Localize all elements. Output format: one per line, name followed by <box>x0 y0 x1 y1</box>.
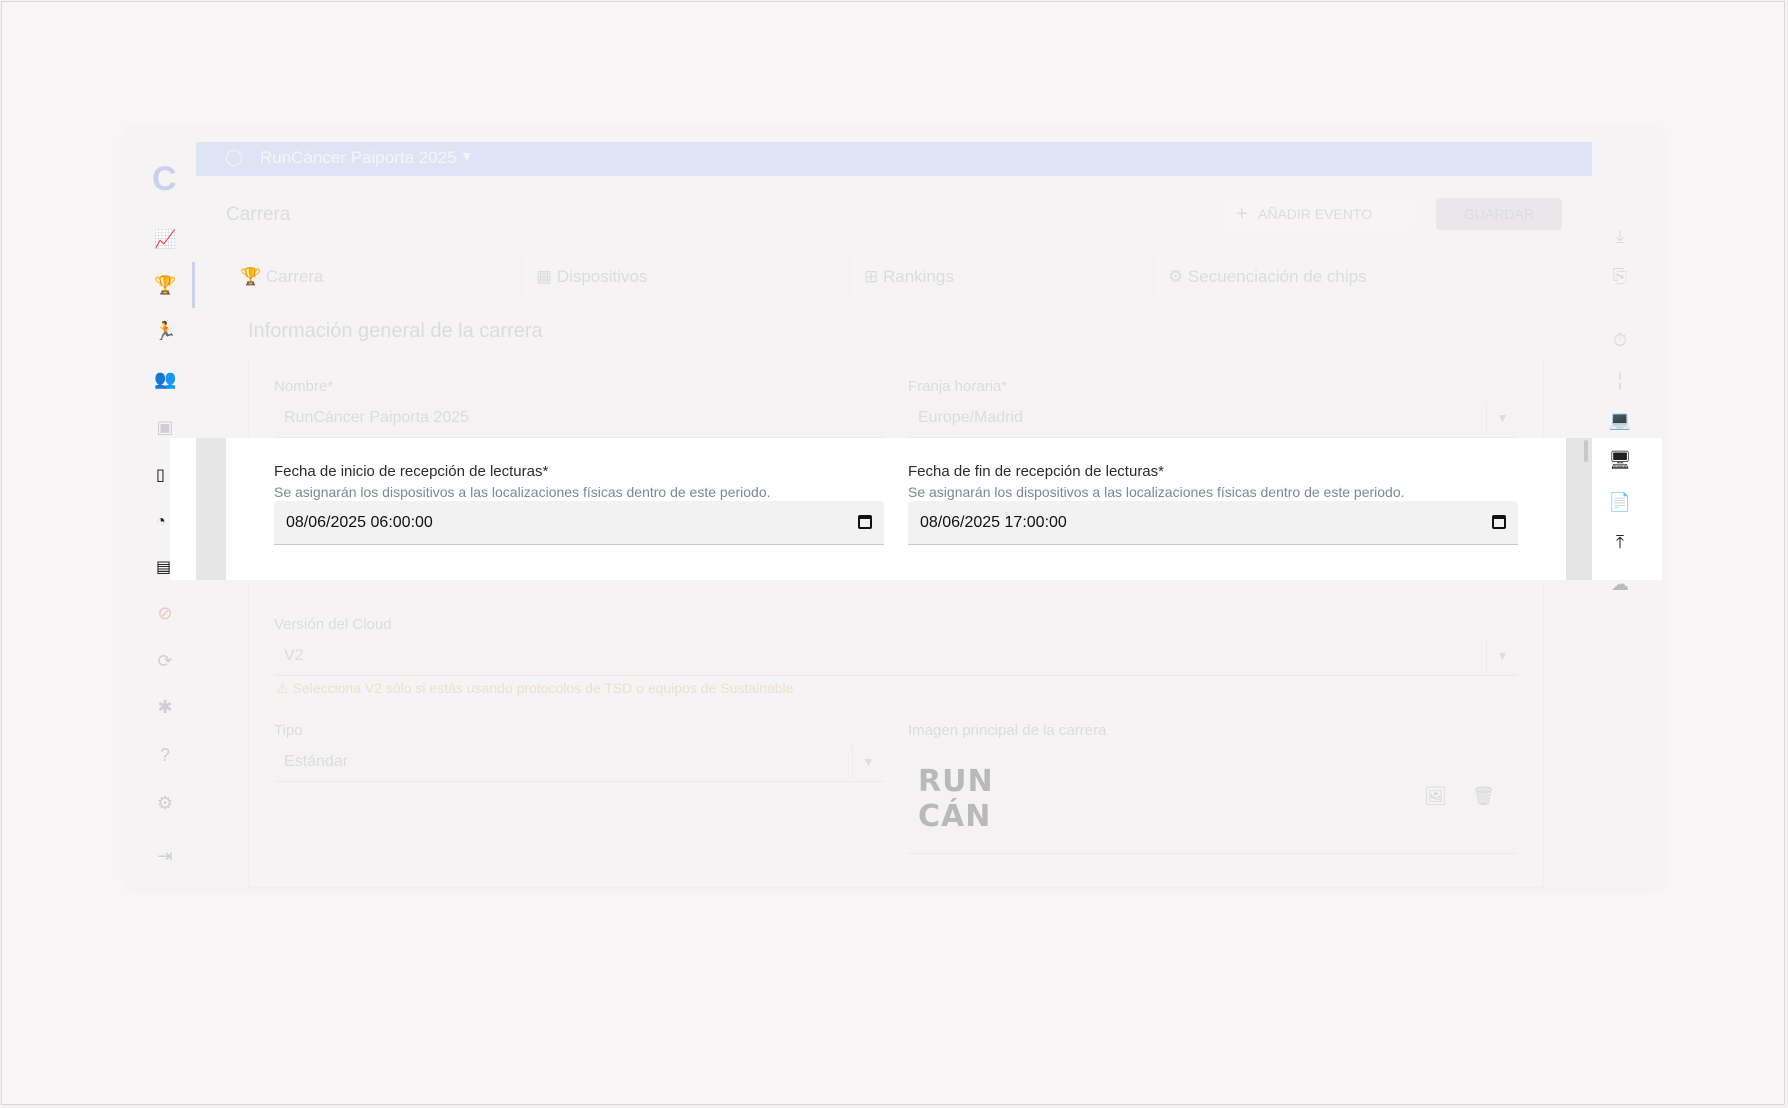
desktop-icon[interactable]: 🖥 <box>1608 448 1632 472</box>
plus-icon: + <box>1236 203 1248 225</box>
add-event-label: AÑADIR EVENTO <box>1258 206 1373 222</box>
upload-icon[interactable]: ⤒ <box>1608 530 1632 554</box>
device-icon: ▦ <box>536 267 557 286</box>
left-gutter <box>196 438 226 580</box>
start-reading-input[interactable]: 08/06/2025 06:00:00 <box>274 501 884 545</box>
end-reading-help: Se asignarán los dispositivos a las loca… <box>908 484 1405 500</box>
trophy-icon: 🏆 <box>240 267 266 286</box>
badge-icon-edge: ▤ <box>156 559 172 576</box>
chart-icon[interactable]: 📈 <box>154 228 176 250</box>
trash-icon[interactable]: 🗑 <box>1472 786 1495 808</box>
tab-rankings[interactable]: ⊞ Rankings <box>850 256 1154 298</box>
gear-icon: ⚙ <box>1168 267 1188 286</box>
timezone-value: Europe/Madrid <box>918 409 1023 426</box>
users-icon[interactable]: 👥 <box>154 368 176 390</box>
tab-label: Rankings <box>882 267 954 286</box>
logout-icon[interactable]: ⇥ <box>154 845 176 867</box>
chevron-down-icon: ▼ <box>852 746 884 778</box>
info-icon[interactable] <box>226 150 242 166</box>
type-value: Estándar <box>284 753 349 770</box>
tab-carrera[interactable]: 🏆 Carrera <box>226 256 522 298</box>
event-topbar: RunCáncer Paiporta 2025 ▼ <box>196 142 1592 176</box>
cloud-version-select[interactable]: V2 ▼ <box>274 636 1518 676</box>
bug-icon[interactable]: ✱ <box>154 696 176 718</box>
document-icon-edge: ▯ <box>156 467 165 484</box>
cloud-version-label: Versión del Cloud <box>274 616 392 633</box>
race-logo-text: RUN CÁN <box>918 764 994 834</box>
laptop-icon[interactable]: 💻 <box>1608 408 1632 432</box>
scrollbar[interactable] <box>1566 438 1592 580</box>
start-reading-value: 08/06/2025 06:00:00 <box>286 514 433 531</box>
save-button[interactable]: GUARDAR <box>1436 198 1562 230</box>
stopwatch-icon[interactable]: ⏱ <box>1608 328 1632 352</box>
clock-icon-edge: ◔ <box>156 513 166 530</box>
runner-icon[interactable]: 🏃 <box>154 320 176 342</box>
app-logo: C <box>152 160 177 198</box>
image-upload-icon[interactable]: 🖼 <box>1424 786 1447 808</box>
name-label: Nombre* <box>274 378 334 395</box>
page-title: Carrera <box>226 204 291 225</box>
calendar-icon[interactable] <box>858 515 872 529</box>
import-icon[interactable]: ⎘ <box>1608 264 1632 288</box>
chevron-down-icon: ▼ <box>1486 640 1518 672</box>
type-label: Tipo <box>274 722 303 739</box>
trophy-icon[interactable]: 🏆 <box>154 274 176 296</box>
tab-secuenciacion[interactable]: ⚙ Secuenciación de chips <box>1154 256 1562 298</box>
race-logo-image: RUN CÁN <box>908 752 1014 834</box>
download-icon[interactable]: ⤓ <box>1608 224 1632 248</box>
timezone-label: Franja horaria* <box>908 378 1008 395</box>
main-image-label: Imagen principal de la carrera <box>908 722 1107 739</box>
block-icon[interactable]: ⊘ <box>154 602 176 624</box>
tab-label: Carrera <box>265 267 324 286</box>
tab-dispositivos[interactable]: ▦ Dispositivos <box>522 256 850 298</box>
event-selector[interactable]: RunCáncer Paiporta 2025 <box>260 148 457 168</box>
tab-label: Secuenciación de chips <box>1187 267 1367 286</box>
cloud-version-warning: ⚠ Selecciona V2 sólo si estás usando pro… <box>276 680 794 696</box>
end-reading-value: 08/06/2025 17:00:00 <box>920 514 1067 531</box>
chevron-down-icon[interactable]: ▼ <box>460 148 474 164</box>
type-select[interactable]: Estándar ▼ <box>274 742 884 782</box>
start-reading-label: Fecha de inicio de recepción de lecturas… <box>274 463 549 480</box>
sync-icon[interactable]: ⟳ <box>154 650 176 672</box>
file-icon[interactable]: 📄 <box>1608 490 1632 514</box>
hierarchy-icon: ⊞ <box>864 267 883 286</box>
calendar-icon[interactable] <box>1492 515 1506 529</box>
warning-text: Selecciona V2 sólo si estás usando proto… <box>292 680 794 696</box>
tab-label: Dispositivos <box>556 267 648 286</box>
name-input[interactable]: RunCáncer Paiporta 2025 <box>274 398 884 438</box>
tab-bar: 🏆 Carrera ▦ Dispositivos ⊞ Rankings ⚙ Se… <box>226 256 1562 298</box>
cloud-upload-icon[interactable]: ☁ <box>1608 572 1632 596</box>
help-icon[interactable]: ? <box>154 744 176 766</box>
end-reading-label: Fecha de fin de recepción de lecturas* <box>908 463 1164 480</box>
scanner-icon[interactable]: ▣ <box>154 416 176 438</box>
sidebar-active-indicator <box>192 262 195 308</box>
start-reading-help: Se asignarán los dispositivos a las loca… <box>274 484 771 500</box>
settings-icon[interactable]: ⚙ <box>154 792 176 814</box>
separator-icon: ¦ <box>1617 370 1623 390</box>
end-reading-input[interactable]: 08/06/2025 17:00:00 <box>908 501 1518 545</box>
scrollbar-thumb[interactable] <box>1584 440 1588 462</box>
chevron-down-icon: ▼ <box>1486 402 1518 434</box>
cloud-version-value: V2 <box>284 647 304 664</box>
add-event-button[interactable]: + AÑADIR EVENTO <box>1222 198 1412 230</box>
section-title: Información general de la carrera <box>248 320 543 342</box>
timezone-select[interactable]: Europe/Madrid ▼ <box>908 398 1518 438</box>
